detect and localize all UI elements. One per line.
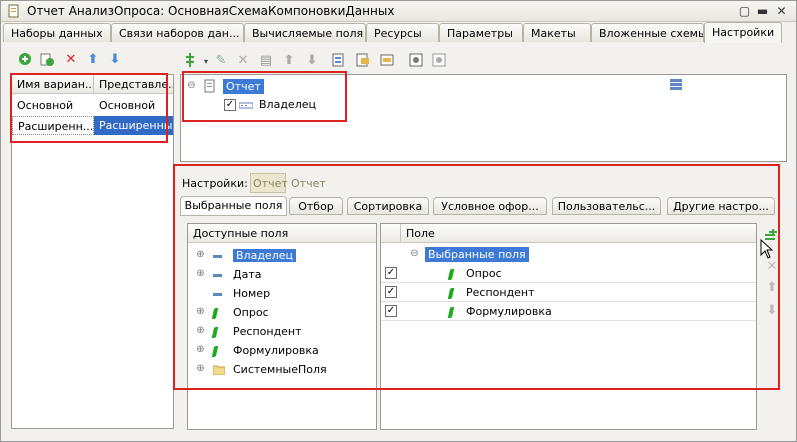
group-down-icon[interactable] xyxy=(355,52,371,68)
move-up-disabled-icon[interactable]: ⬆ xyxy=(281,52,297,68)
variant-settings-icon[interactable] xyxy=(431,52,447,68)
highlight-box xyxy=(173,164,780,390)
add-icon[interactable] xyxy=(17,51,33,67)
move-up-icon[interactable]: ⬆ xyxy=(85,51,101,67)
main-tabs: Наборы данных Связи наборов дан... Вычис… xyxy=(3,22,794,43)
group-up-icon[interactable] xyxy=(331,52,347,68)
delete-icon[interactable]: ✕ xyxy=(63,51,79,67)
highlight-box xyxy=(10,73,168,143)
settings-icon[interactable] xyxy=(408,52,424,68)
dropdown-arrow-icon[interactable]: ▾ xyxy=(198,53,214,69)
tab-datasets[interactable]: Наборы данных xyxy=(3,23,111,42)
copy-icon[interactable] xyxy=(39,51,55,67)
tab-resources[interactable]: Ресурсы xyxy=(366,23,439,42)
delete-disabled-icon[interactable]: ✕ xyxy=(235,52,251,68)
tab-settings[interactable]: Настройки xyxy=(704,22,782,43)
tab-parameters[interactable]: Параметры xyxy=(439,23,523,42)
title-bar: Отчет АнализОпроса: ОсновнаяСхемаКомпоно… xyxy=(1,1,796,22)
minimize-icon[interactable]: ▬ xyxy=(756,5,769,18)
properties-icon[interactable]: ▤ xyxy=(258,52,274,68)
list-icon[interactable] xyxy=(669,78,683,92)
edit-icon[interactable]: ✎ xyxy=(213,52,229,68)
close-icon[interactable]: ✕ xyxy=(775,5,788,18)
menu-icon[interactable]: ▢ xyxy=(738,5,751,18)
move-down-icon[interactable]: ⬇ xyxy=(107,51,123,67)
document-icon xyxy=(8,4,19,18)
window-title: Отчет АнализОпроса: ОсновнаяСхемаКомпоно… xyxy=(27,4,395,18)
highlight-box xyxy=(182,71,347,122)
tab-nested-schemas[interactable]: Вложенные схемы xyxy=(591,23,704,42)
move-down-disabled-icon[interactable]: ⬇ xyxy=(304,52,320,68)
tab-dataset-links[interactable]: Связи наборов дан... xyxy=(111,23,244,42)
report-window: Отчет АнализОпроса: ОсновнаяСхемаКомпоно… xyxy=(0,0,797,442)
tab-templates[interactable]: Макеты xyxy=(523,23,591,42)
tab-calculated-fields[interactable]: Вычисляемые поля xyxy=(244,23,366,42)
group-move-icon[interactable] xyxy=(379,52,395,68)
